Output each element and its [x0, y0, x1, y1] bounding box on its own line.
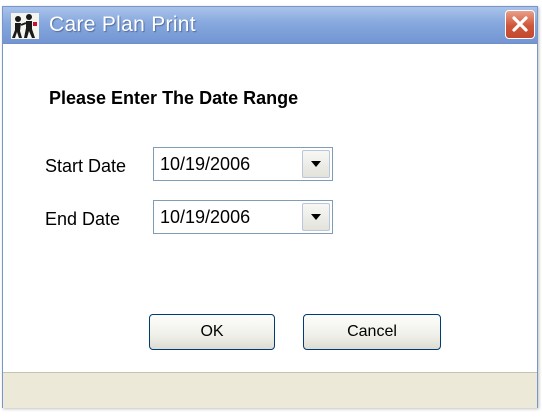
start-date-value: 10/19/2006	[160, 154, 251, 174]
chevron-down-icon	[311, 214, 321, 220]
dialog-frame: Care Plan Print Please Enter The Date Ra…	[2, 6, 538, 408]
end-date-value: 10/19/2006	[160, 207, 251, 227]
status-bar	[3, 372, 537, 408]
end-date-label: End Date	[45, 209, 121, 229]
window-title: Care Plan Print	[49, 13, 196, 36]
date-range-heading: Please Enter The Date Range	[49, 88, 299, 108]
care-plan-print-window: Care Plan Print Please Enter The Date Ra…	[0, 0, 542, 418]
close-button[interactable]	[505, 10, 535, 39]
ok-button[interactable]: OK	[149, 314, 275, 350]
dialog-body: Please Enter The Date Range Start Date 1…	[3, 44, 537, 372]
cancel-button[interactable]: Cancel	[303, 314, 441, 350]
start-date-combo[interactable]: 10/19/2006	[153, 147, 333, 181]
end-date-dropdown-button[interactable]	[302, 203, 330, 231]
start-date-label: Start Date	[45, 156, 127, 176]
start-date-dropdown-button[interactable]	[302, 150, 330, 178]
close-icon	[512, 16, 528, 32]
chevron-down-icon	[311, 161, 321, 167]
end-date-combo[interactable]: 10/19/2006	[153, 200, 333, 234]
people-icon	[11, 13, 39, 39]
title-bar[interactable]: Care Plan Print	[3, 7, 537, 44]
